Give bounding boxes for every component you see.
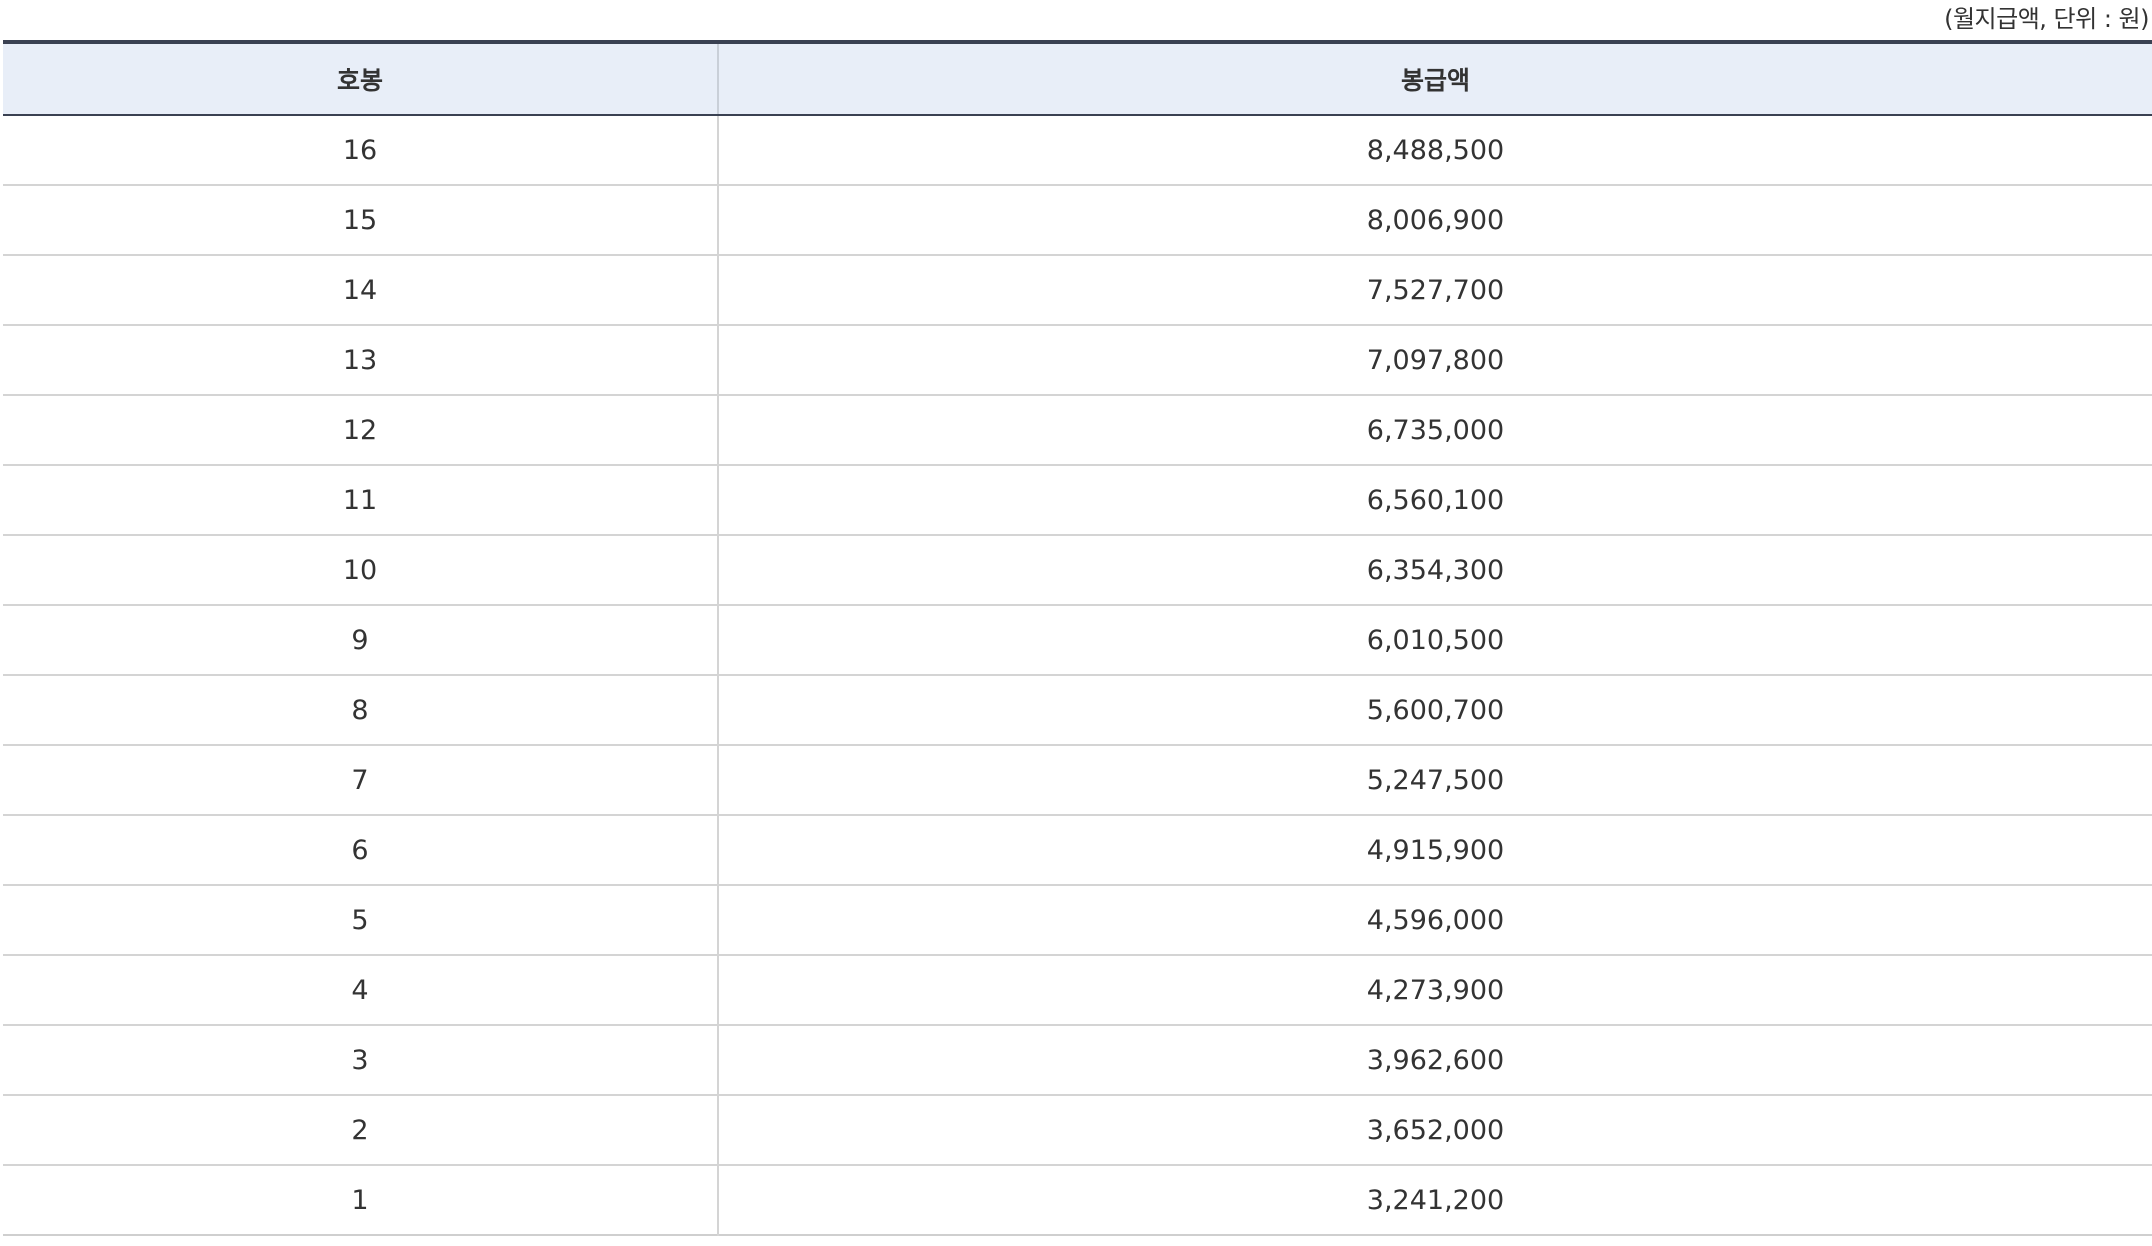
column-header-amount: 봉급액 — [718, 42, 2152, 116]
amount-cell: 5,600,700 — [718, 675, 2152, 746]
grade-cell: 14 — [3, 255, 719, 326]
amount-cell: 6,354,300 — [718, 535, 2152, 606]
amount-cell: 4,273,900 — [718, 955, 2152, 1026]
table-row: 12 6,735,000 — [3, 395, 2152, 466]
table-row: 5 4,596,000 — [3, 885, 2152, 956]
grade-cell: 5 — [3, 885, 719, 956]
grade-cell: 8 — [3, 675, 719, 746]
amount-cell: 3,962,600 — [718, 1025, 2152, 1096]
amount-cell: 5,247,500 — [718, 745, 2152, 816]
amount-cell: 6,010,500 — [718, 605, 2152, 676]
amount-cell: 3,652,000 — [718, 1095, 2152, 1166]
grade-cell: 10 — [3, 535, 719, 606]
grade-cell: 15 — [3, 185, 719, 256]
amount-cell: 3,241,200 — [1366, 1184, 1505, 1216]
grade-cell: 12 — [3, 395, 719, 466]
table-row: 8 5,600,700 — [3, 675, 2152, 746]
amount-cell: 8,488,500 — [718, 115, 2152, 186]
grade-cell: 13 — [3, 325, 719, 396]
amount-cell: 8,006,900 — [718, 185, 2152, 256]
amount-cell: 4,596,000 — [718, 885, 2152, 956]
amount-cell: 6,560,100 — [718, 465, 2152, 536]
table-row: 13 7,097,800 — [3, 325, 2152, 396]
table-row: 4 4,273,900 — [3, 955, 2152, 1026]
grade-cell: 7 — [3, 745, 719, 816]
table-row: 6 4,915,900 — [3, 815, 2152, 886]
table-row: 7 5,247,500 — [3, 745, 2152, 816]
grade-cell: 4 — [3, 955, 719, 1026]
table-row: 14 7,527,700 — [3, 255, 2152, 326]
table-header-row: 호봉 봉급액 — [3, 42, 2152, 116]
table-row: 9 6,010,500 — [3, 605, 2152, 676]
grade-cell: 1 — [3, 1165, 719, 1235]
table-row: 15 8,006,900 — [3, 185, 2152, 256]
salary-table: 호봉 봉급액 16 8,488,500 15 8,006,900 14 7,52… — [3, 40, 2152, 1236]
grade-cell: 6 — [3, 815, 719, 886]
unit-note: (월지급액, 단위 : 원) — [1944, 5, 2149, 33]
grade-cell: 3 — [3, 1025, 719, 1096]
table-row: 16 8,488,500 — [3, 115, 2152, 186]
grade-cell: 9 — [3, 605, 719, 676]
table-row: 11 6,560,100 — [3, 465, 2152, 536]
amount-cell: 6,735,000 — [718, 395, 2152, 466]
table-row: 2 3,652,000 — [3, 1095, 2152, 1166]
grade-cell: 2 — [3, 1095, 719, 1166]
amount-cell: 7,097,800 — [718, 325, 2152, 396]
grade-cell: 16 — [3, 115, 719, 186]
table-row: 10 6,354,300 — [3, 535, 2152, 606]
table-row: 1 3,241,200 — [3, 1165, 2152, 1235]
column-header-grade: 호봉 — [3, 42, 719, 116]
amount-cell: 7,527,700 — [718, 255, 2152, 326]
table-body: 16 8,488,500 15 8,006,900 14 7,527,700 1… — [3, 115, 2152, 1235]
table-row: 3 3,962,600 — [3, 1025, 2152, 1096]
grade-cell: 11 — [3, 465, 719, 536]
table-header: 호봉 봉급액 — [3, 42, 2152, 116]
amount-cell: 4,915,900 — [718, 815, 2152, 886]
